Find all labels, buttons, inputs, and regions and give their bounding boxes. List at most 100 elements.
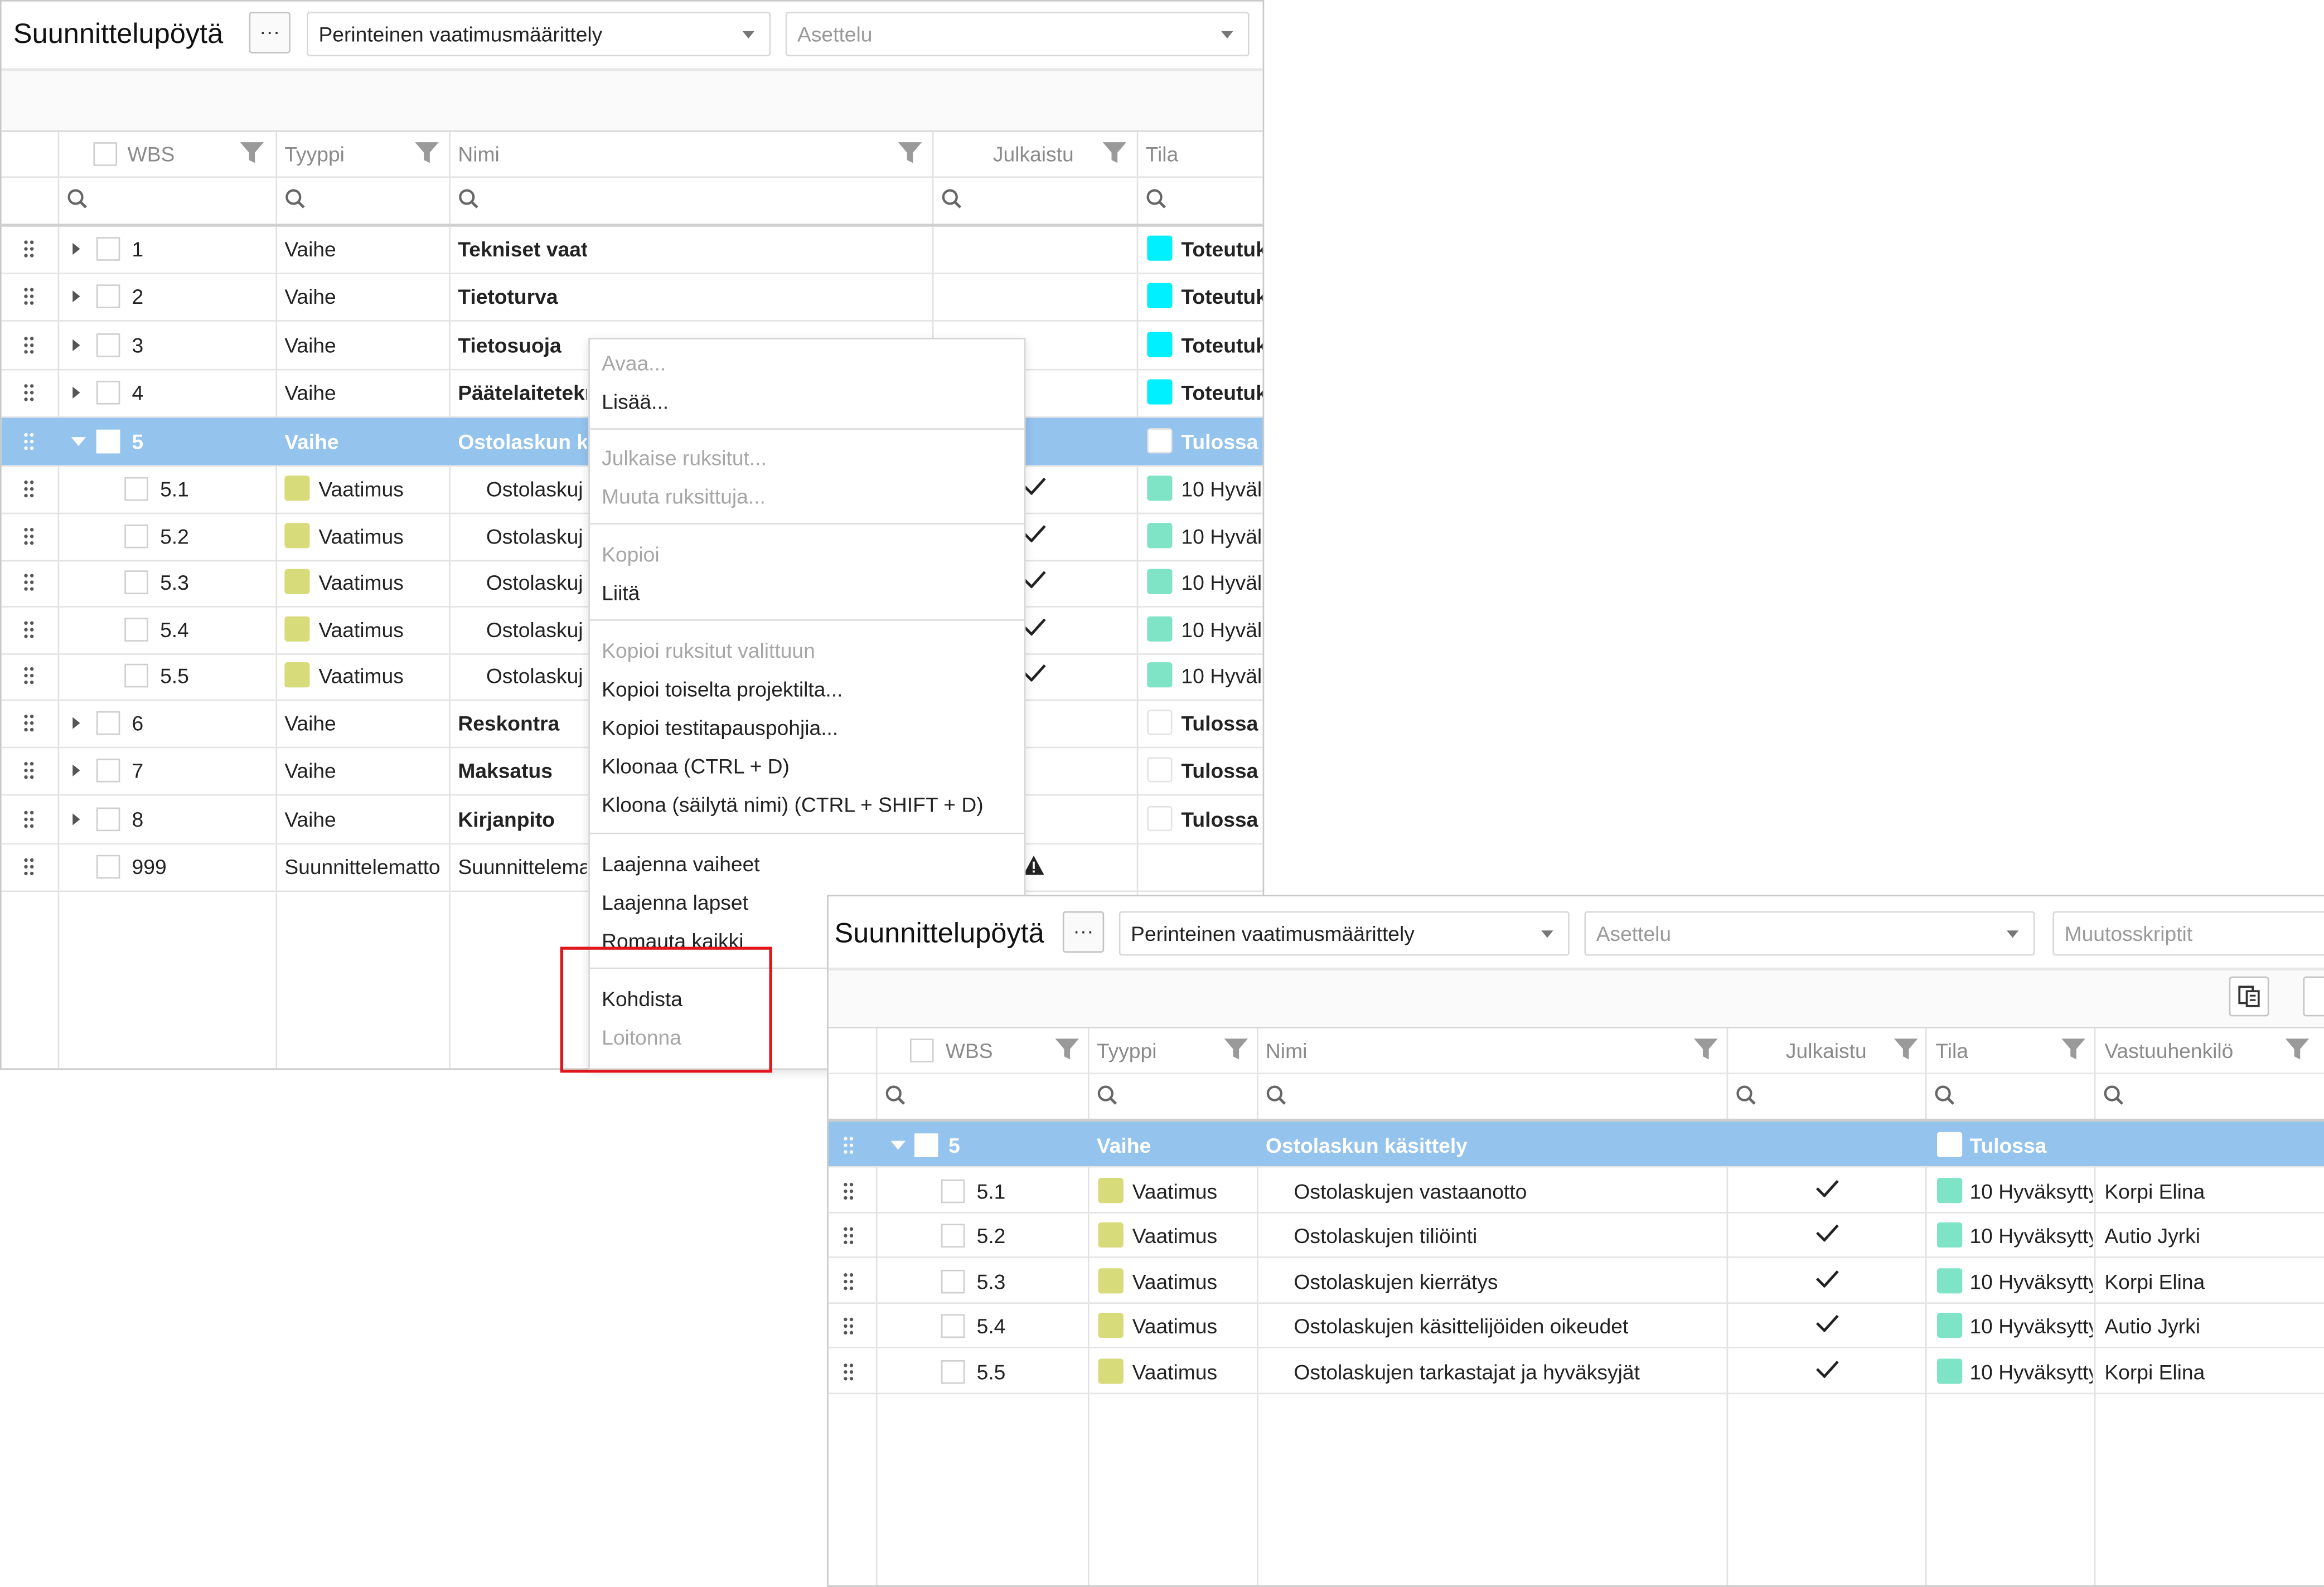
menu-item-copy-test-templates[interactable]: Kopioi testitapauspohjia... [602, 716, 838, 740]
drag-handle-icon[interactable] [24, 240, 36, 258]
row-checkbox[interactable] [941, 1224, 965, 1248]
change-scripts-dropdown[interactable]: Muutosskriptit [2052, 911, 2324, 956]
drag-handle-icon[interactable] [24, 384, 36, 401]
filter-icon[interactable] [1101, 141, 1128, 165]
export-button[interactable] [2229, 976, 2269, 1017]
filter-icon[interactable] [1692, 1037, 1719, 1061]
collapse-arrow-icon[interactable] [890, 1140, 906, 1150]
expand-arrow-icon[interactable] [72, 290, 80, 303]
column-header-name[interactable]: Nimi [458, 142, 499, 166]
row-checkbox[interactable] [941, 1314, 965, 1338]
search-icon[interactable] [1934, 1085, 1955, 1105]
search-icon[interactable] [284, 188, 305, 209]
search-icon[interactable] [2103, 1085, 2124, 1105]
expand-arrow-icon[interactable] [72, 242, 80, 255]
drag-handle-icon[interactable] [24, 574, 36, 591]
row-checkbox[interactable] [96, 429, 120, 454]
row-checkbox[interactable] [96, 284, 120, 308]
menu-item-clone[interactable]: Kloonaa (CTRL + D) [602, 754, 790, 778]
drag-handle-icon[interactable] [24, 336, 36, 354]
row-checkbox[interactable] [96, 807, 120, 832]
filter-icon[interactable] [897, 141, 923, 165]
drag-handle-icon[interactable] [24, 667, 36, 685]
search-icon[interactable] [941, 188, 962, 209]
menu-item-copy-from-project[interactable]: Kopioi toiselta projektilta... [602, 677, 843, 701]
drag-handle-icon[interactable] [843, 1182, 855, 1200]
drag-handle-icon[interactable] [24, 433, 36, 450]
row-checkbox[interactable] [96, 855, 120, 879]
layout-dropdown[interactable]: Asettelu [1584, 911, 2035, 956]
column-header-wbs[interactable]: WBS [128, 142, 175, 166]
column-header-name[interactable]: Nimi [1266, 1038, 1307, 1062]
drag-handle-icon[interactable] [843, 1137, 855, 1154]
filter-icon[interactable] [2284, 1037, 2311, 1061]
filter-icon[interactable] [239, 141, 265, 165]
drag-handle-icon[interactable] [24, 527, 36, 545]
more-button[interactable]: ··· [1062, 911, 1105, 953]
column-header-published[interactable]: Julkaistu [993, 142, 1074, 166]
column-header-owner[interactable]: Vastuuhenkilö [2104, 1038, 2233, 1062]
expand-arrow-icon[interactable] [72, 386, 80, 399]
filter-icon[interactable] [414, 141, 440, 165]
menu-item-add[interactable]: Lisää... [602, 390, 669, 414]
project-dropdown[interactable]: Perinteinen vaatimusmäärittely [1119, 911, 1570, 956]
drag-handle-icon[interactable] [24, 288, 36, 305]
menu-item-expand-phases[interactable]: Laajenna vaiheet [602, 852, 759, 876]
select-all-checkbox[interactable] [910, 1038, 934, 1062]
row-checkbox[interactable] [914, 1133, 938, 1157]
drag-handle-icon[interactable] [24, 858, 36, 876]
search-icon[interactable] [1097, 1085, 1117, 1105]
column-header-type[interactable]: Tyyppi [1097, 1038, 1157, 1062]
row-checkbox[interactable] [96, 711, 120, 735]
search-icon[interactable] [1146, 188, 1166, 209]
drag-handle-icon[interactable] [843, 1273, 855, 1290]
filter-icon[interactable] [2060, 1037, 2087, 1061]
menu-item-paste[interactable]: Liitä [602, 581, 640, 605]
search-icon[interactable] [67, 188, 88, 209]
row-checkbox[interactable] [96, 237, 120, 261]
drag-handle-icon[interactable] [843, 1317, 855, 1335]
extra-tool-button[interactable] [2303, 976, 2324, 1017]
column-header-wbs[interactable]: WBS [946, 1038, 993, 1062]
row-checkbox[interactable] [941, 1360, 965, 1384]
menu-item-clone-keep-name[interactable]: Kloona (säilytä nimi) (CTRL + SHIFT + D) [602, 793, 983, 817]
row-checkbox[interactable] [124, 477, 148, 501]
drag-handle-icon[interactable] [843, 1363, 855, 1381]
search-icon[interactable] [458, 188, 478, 209]
row-checkbox[interactable] [941, 1269, 965, 1294]
row-checkbox[interactable] [124, 618, 148, 642]
column-header-published[interactable]: Julkaistu [1786, 1038, 1867, 1062]
row-checkbox[interactable] [124, 663, 148, 688]
more-button[interactable]: ··· [249, 12, 290, 54]
layout-dropdown[interactable]: Asettelu [785, 12, 1250, 57]
drag-handle-icon[interactable] [24, 621, 36, 639]
expand-arrow-icon[interactable] [72, 717, 80, 729]
filter-icon[interactable] [1892, 1037, 1919, 1061]
expand-arrow-icon[interactable] [72, 764, 80, 776]
menu-item-expand-children[interactable]: Laajenna lapset [602, 890, 748, 914]
drag-handle-icon[interactable] [24, 714, 36, 732]
drag-handle-icon[interactable] [24, 761, 36, 779]
expand-arrow-icon[interactable] [72, 339, 80, 351]
project-dropdown[interactable]: Perinteinen vaatimusmäärittely [307, 12, 771, 57]
select-all-checkbox[interactable] [93, 142, 117, 166]
filter-icon[interactable] [1223, 1037, 1250, 1061]
search-icon[interactable] [1736, 1085, 1756, 1105]
drag-handle-icon[interactable] [24, 480, 36, 498]
filter-icon[interactable] [1054, 1037, 1081, 1061]
drag-handle-icon[interactable] [24, 811, 36, 828]
column-header-status[interactable]: Tila [1935, 1038, 1968, 1062]
row-checkbox[interactable] [96, 758, 120, 783]
row-checkbox[interactable] [96, 333, 120, 357]
row-checkbox[interactable] [96, 381, 120, 405]
row-checkbox[interactable] [124, 570, 148, 594]
search-icon[interactable] [885, 1085, 906, 1105]
row-checkbox[interactable] [941, 1179, 965, 1203]
expand-arrow-icon[interactable] [72, 813, 80, 826]
column-header-type[interactable]: Tyyppi [284, 142, 345, 166]
row-checkbox[interactable] [124, 524, 148, 549]
column-header-status[interactable]: Tila [1146, 142, 1179, 166]
drag-handle-icon[interactable] [843, 1227, 855, 1245]
search-icon[interactable] [1266, 1085, 1286, 1105]
collapse-arrow-icon[interactable] [71, 437, 86, 447]
